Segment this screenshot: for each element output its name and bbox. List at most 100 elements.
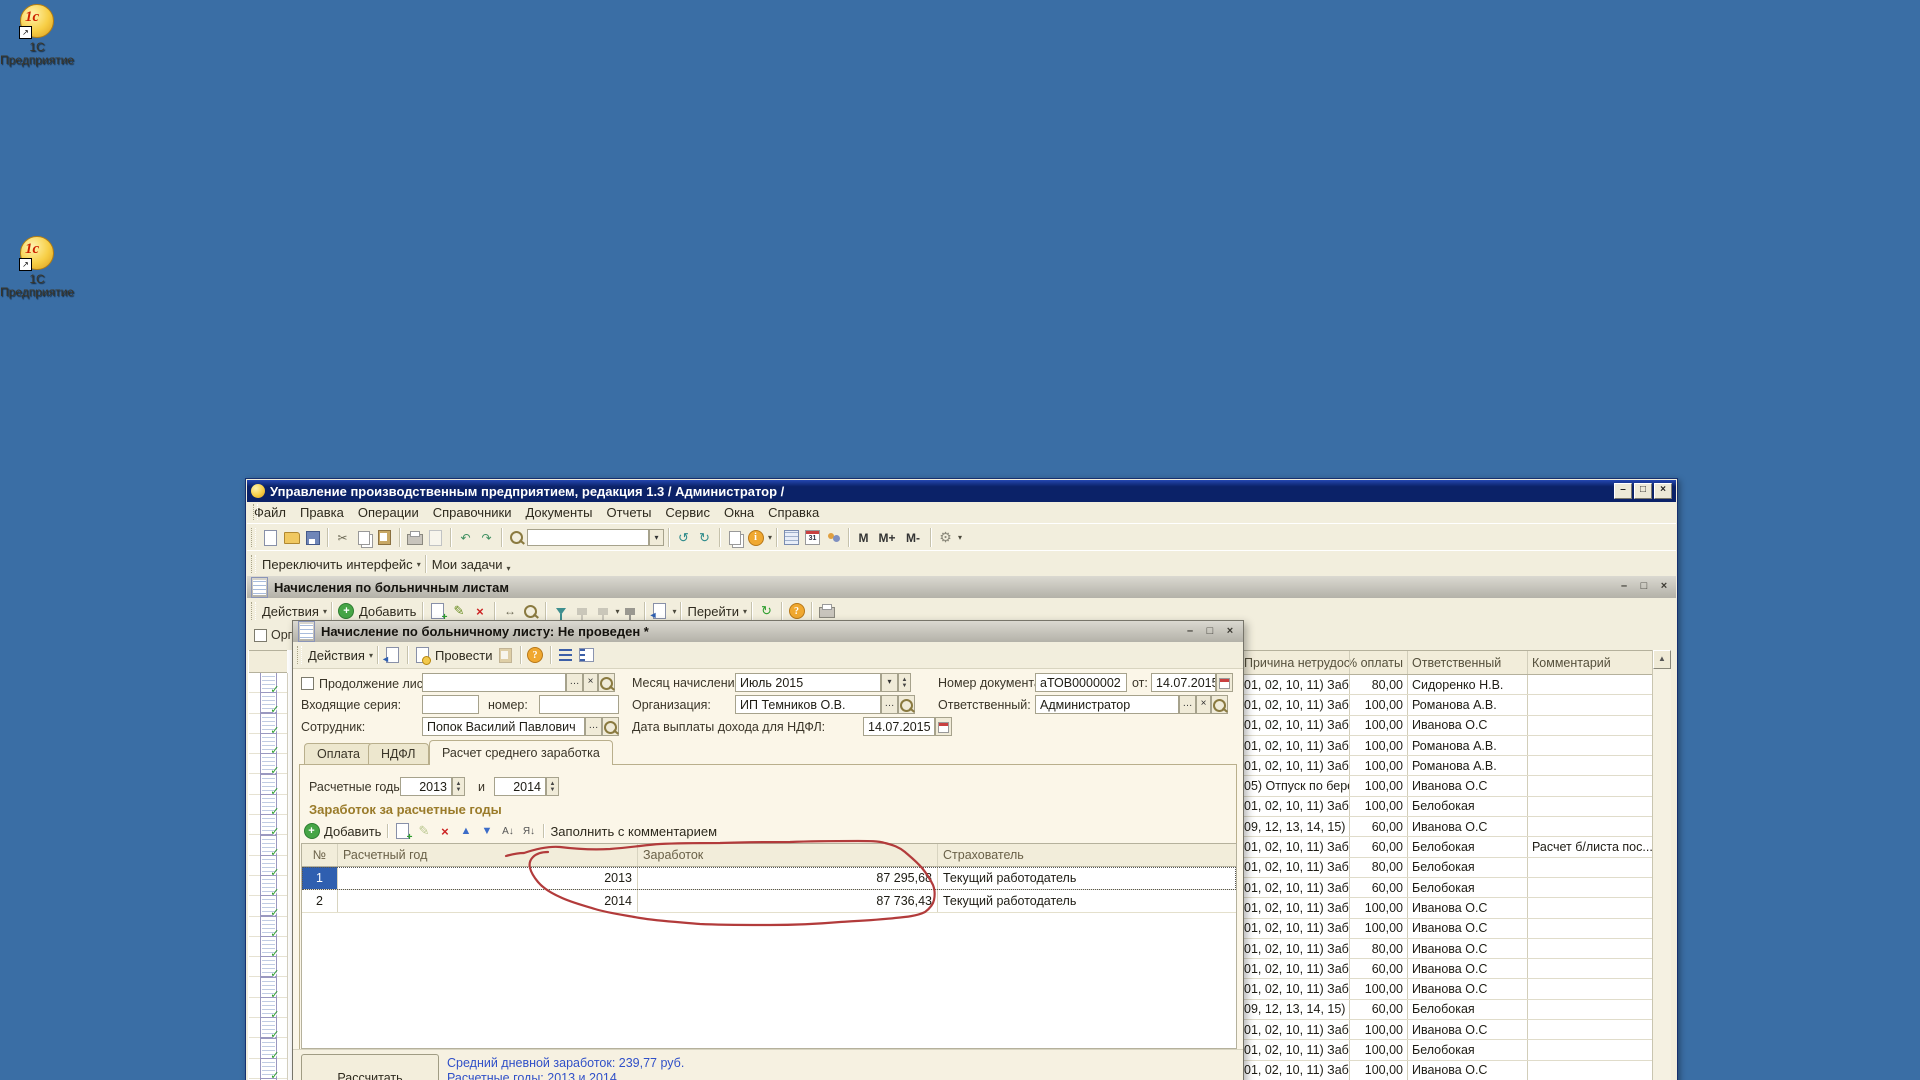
users-icon[interactable] [824,529,843,547]
list-row-status[interactable] [249,917,287,937]
list-row[interactable]: 01, 02, 10, 11) Забо... 60,00 Белобокая [1240,878,1652,898]
list-row-status[interactable] [249,774,287,794]
list-row[interactable]: 01, 02, 10, 11) Забо... 60,00 Иванова О.… [1240,959,1652,979]
continuation-select-button[interactable]: … [566,673,583,692]
list-actions-menu[interactable]: Действия [262,604,319,619]
sort-desc-icon[interactable]: Я↓ [519,822,538,840]
filter-set-icon[interactable] [551,602,570,620]
year2-input[interactable]: 2014 [494,777,546,796]
menu-item[interactable]: Документы [518,503,599,522]
fill-with-comment-button[interactable]: Заполнить с комментарием [550,824,717,839]
post-and-close-icon[interactable] [383,646,402,664]
scroll-up-icon[interactable]: ▲ [1653,650,1671,669]
memory-m-plus-button[interactable]: M+ [875,529,899,547]
list-close-button[interactable]: × [1656,580,1672,594]
earnings-delete-icon[interactable]: × [435,822,454,840]
col-header-insurer[interactable]: Страхователь [938,844,1236,866]
list-row[interactable]: 01, 02, 10, 11) Забо... 100,00 Романова … [1240,756,1652,776]
org-select-button[interactable]: … [881,695,898,714]
docdate-input[interactable]: 14.07.2015 [1151,673,1216,692]
print-icon[interactable] [405,529,424,547]
main-title-bar[interactable]: Управление производственным предприятием… [247,480,1676,502]
list-row[interactable]: 09, 12, 13, 14, 15) У... 60,00 Белобокая [1240,1000,1652,1020]
continuation-checkbox[interactable] [301,677,314,690]
service-settings-icon[interactable]: ⚙ [936,529,955,547]
menu-item[interactable]: Операции [351,503,426,522]
docdate-calendar-icon[interactable] [1216,673,1233,692]
list-row-status[interactable] [249,876,287,896]
list-row-status[interactable] [249,714,287,734]
paydate-calendar-icon[interactable] [935,717,952,736]
paydate-input[interactable]: 14.07.2015 [863,717,935,736]
my-tasks-button[interactable]: Мои задачи [432,557,503,572]
list-scrollbar[interactable]: ▲ [1652,650,1671,1080]
list-row[interactable]: 09, 12, 13, 14, 15) У... 60,00 Иванова О… [1240,817,1652,837]
earnings-add-button[interactable]: Добавить [324,824,381,839]
continuation-input[interactable] [422,673,566,692]
nav-back-icon[interactable]: ↺ [674,529,693,547]
menu-item[interactable]: Справочники [426,503,519,522]
info-icon[interactable]: i [746,529,765,547]
col-header-year[interactable]: Расчетный год [338,844,638,866]
earnings-row[interactable]: 1 2013 87 295,68 Текущий работодатель [302,867,1236,890]
continuation-clear-icon[interactable]: × [583,673,598,692]
docnum-input[interactable]: аТОВ0000002 [1035,673,1127,692]
memory-m-button[interactable]: M [854,529,873,547]
continuation-open-icon[interactable] [598,673,615,692]
list-row-status[interactable] [249,835,287,855]
cell-amount[interactable]: 87 736,43 [638,890,938,912]
menu-item[interactable]: Окна [717,503,761,522]
list-row[interactable]: 01, 02, 10, 11) Забо... 100,00 Иванова О… [1240,979,1652,999]
find-by-number-icon[interactable] [521,602,540,620]
earnings-row[interactable]: 2 2014 87 736,43 Текущий работодатель [302,890,1236,913]
list-row-status[interactable] [249,754,287,774]
add-button[interactable]: Добавить [359,604,416,619]
list-row[interactable]: 01, 02, 10, 11) Забо... 100,00 Иванова О… [1240,1020,1652,1040]
list-row[interactable]: 01, 02, 10, 11) Забо... 100,00 Иванова О… [1240,898,1652,918]
output-list-icon[interactable] [650,602,669,620]
set-interval-icon[interactable]: ↔ [500,602,519,620]
calendar-icon[interactable]: 31 [803,529,822,547]
month-spinner[interactable]: ▲▼ [898,673,911,692]
cut-icon[interactable]: ✂ [333,529,352,547]
list-row-status[interactable] [249,957,287,977]
cell-year[interactable]: 2014 [338,890,638,912]
cell-num[interactable]: 2 [302,890,338,912]
post-icon[interactable] [413,646,432,664]
year1-input[interactable]: 2013 [400,777,452,796]
list-row-status[interactable] [249,1059,287,1079]
series-input[interactable] [422,695,479,714]
list-row-status[interactable] [249,795,287,815]
windows-icon[interactable] [725,529,744,547]
org-input[interactable]: ИП Темников О.В. [735,695,881,714]
list-row[interactable]: 01, 02, 10, 11) Забо... 100,00 Иванова О… [1240,716,1652,736]
minimize-button[interactable]: – [1614,483,1632,499]
number-input[interactable] [539,695,619,714]
list-row[interactable]: 01, 02, 10, 11) Забо... 100,00 Иванова О… [1240,919,1652,939]
cell-num[interactable]: 1 [302,867,338,889]
menu-item[interactable]: Сервис [658,503,717,522]
cell-amount[interactable]: 87 295,68 [638,867,938,889]
responsible-clear-icon[interactable]: × [1196,695,1211,714]
list-row[interactable]: 01, 02, 10, 11) Забо... 100,00 Иванова О… [1240,1061,1652,1080]
list-print-icon[interactable] [817,602,836,620]
maximize-button[interactable]: □ [1634,483,1652,499]
tab-oplata[interactable]: Оплата [304,743,373,765]
filter-clear-icon[interactable] [620,602,639,620]
cell-year[interactable]: 2013 [338,867,638,889]
list-row[interactable]: 01, 02, 10, 11) Забо... 100,00 Романова … [1240,736,1652,756]
col-header-pct[interactable]: % оплаты [1350,651,1408,674]
dialog-maximize-button[interactable]: □ [1202,625,1218,639]
org-filter[interactable]: Орг [254,628,292,642]
desktop-shortcut-1c-1[interactable]: 1с ↗ 1С Предприятие [0,4,92,67]
list-restore-button[interactable]: □ [1636,580,1652,594]
employee-select-button[interactable]: … [585,717,602,736]
edit-icon[interactable]: ✎ [449,602,468,620]
list-row[interactable]: 01, 02, 10, 11) Забо... 60,00 Белобокая … [1240,837,1652,857]
desktop-shortcut-1c-2[interactable]: 1с ↗ 1С Предприятие [0,236,92,299]
month-input[interactable]: Июль 2015 [735,673,881,692]
org-checkbox[interactable] [254,629,267,642]
list-row-status[interactable] [249,896,287,916]
new-document-icon[interactable] [261,529,280,547]
filter-history-icon[interactable] [593,602,612,620]
